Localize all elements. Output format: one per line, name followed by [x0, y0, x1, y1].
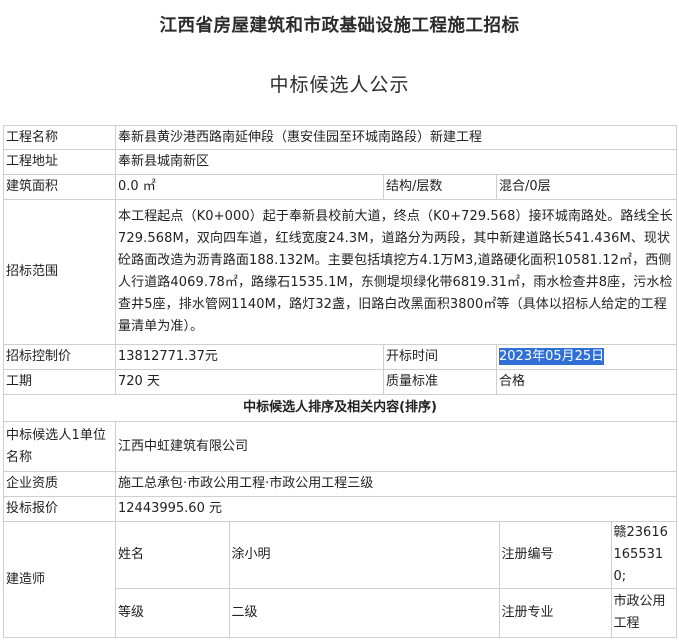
candidate-unit-value: 江西中虹建筑有限公司 [114, 421, 678, 472]
builder-reg-no-value: 赣236161655310; [610, 522, 676, 589]
builder-row-grade: 等级 二级 注册专业 市政公用工程 [116, 588, 676, 637]
open-time-label: 开标时间 [383, 344, 497, 370]
row-project-address: 工程地址 奉新县城南新区 [3, 149, 678, 175]
builder-specialty-value: 市政公用工程 [610, 588, 676, 637]
row-duration: 工期 720 天 质量标准 合格 [3, 369, 678, 395]
builder-reg-no-label: 注册编号 [498, 522, 612, 589]
announcement-table: 工程名称 奉新县黄沙港西路南延伸段（惠安佳园至环城南路段）新建工程 工程地址 奉… [2, 125, 678, 638]
announcement-page: 江西省房屋建筑和市政基础设施工程施工招标 中标候选人公示 工程名称 奉新县黄沙港… [0, 0, 679, 640]
builder-name-value: 涂小明 [228, 522, 500, 589]
open-time-cell: 2023年05月25日 [495, 344, 678, 370]
open-time-value[interactable]: 2023年05月25日 [499, 348, 605, 365]
bid-price-value: 12443995.60 元 [114, 496, 678, 522]
builder-specialty-label: 注册专业 [498, 588, 612, 637]
builder-grade-value: 二级 [228, 588, 500, 637]
candidate-unit-label: 中标候选人1单位名称 [3, 421, 116, 472]
row-control-price: 招标控制价 13812771.37元 开标时间 2023年05月25日 [3, 344, 678, 370]
row-section-heading: 中标候选人排序及相关内容(排序) [2, 394, 678, 422]
structure-value: 混合/0层 [495, 174, 678, 200]
row-area: 建筑面积 0.0 ㎡ 结构/层数 混合/0层 [3, 174, 678, 200]
control-price-value: 13812771.37元 [115, 344, 384, 370]
builder-grade-label: 等级 [116, 588, 230, 637]
row-candidate-unit: 中标候选人1单位名称 江西中虹建筑有限公司 [3, 421, 678, 472]
structure-label: 结构/层数 [383, 174, 497, 200]
duration-label: 工期 [3, 369, 116, 395]
row-qualification: 企业资质 施工总承包·市政公用工程·市政公用工程三级 [3, 471, 678, 497]
quality-value: 合格 [495, 369, 678, 395]
builder-subtable: 姓名 涂小明 注册编号 赣236161655310; 等级 二级 注册专业 市政… [116, 522, 676, 637]
control-price-label: 招标控制价 [3, 344, 116, 370]
page-title: 中标候选人公示 [269, 74, 410, 96]
bid-price-label: 投标报价 [3, 496, 116, 522]
area-label: 建筑面积 [3, 174, 116, 200]
candidate-section-title: 中标候选人排序及相关内容(排序) [2, 394, 678, 422]
scope-value: 本工程起点（K0+000）起于奉新县校前大道，终点（K0+729.568）接环城… [114, 199, 678, 345]
row-project-name: 工程名称 奉新县黄沙港西路南延伸段（惠安佳园至环城南路段）新建工程 [3, 125, 678, 150]
qualification-value: 施工总承包·市政公用工程·市政公用工程三级 [114, 471, 678, 497]
row-scope: 招标范围 本工程起点（K0+000）起于奉新县校前大道，终点（K0+729.56… [3, 199, 678, 345]
builder-label: 建造师 [3, 521, 116, 638]
area-value: 0.0 ㎡ [115, 174, 384, 200]
project-name-value: 奉新县黄沙港西路南延伸段（惠安佳园至环城南路段）新建工程 [114, 125, 678, 150]
qualification-label: 企业资质 [3, 471, 116, 497]
duration-value: 720 天 [115, 369, 384, 395]
row-builder: 建造师 姓名 涂小明 注册编号 赣236161655310; 等级 二级 注册专… [3, 521, 678, 638]
project-address-label: 工程地址 [3, 149, 116, 175]
builder-row-name: 姓名 涂小明 注册编号 赣236161655310; [116, 522, 676, 589]
org-title: 江西省房屋建筑和市政基础设施工程施工招标 [159, 16, 520, 36]
quality-label: 质量标准 [383, 369, 497, 395]
builder-name-label: 姓名 [116, 522, 230, 589]
row-bid-price: 投标报价 12443995.60 元 [3, 496, 678, 522]
scope-label: 招标范围 [3, 199, 116, 345]
builder-detail: 姓名 涂小明 注册编号 赣236161655310; 等级 二级 注册专业 市政… [114, 521, 678, 638]
project-name-label: 工程名称 [3, 125, 116, 150]
project-address-value: 奉新县城南新区 [114, 149, 678, 175]
